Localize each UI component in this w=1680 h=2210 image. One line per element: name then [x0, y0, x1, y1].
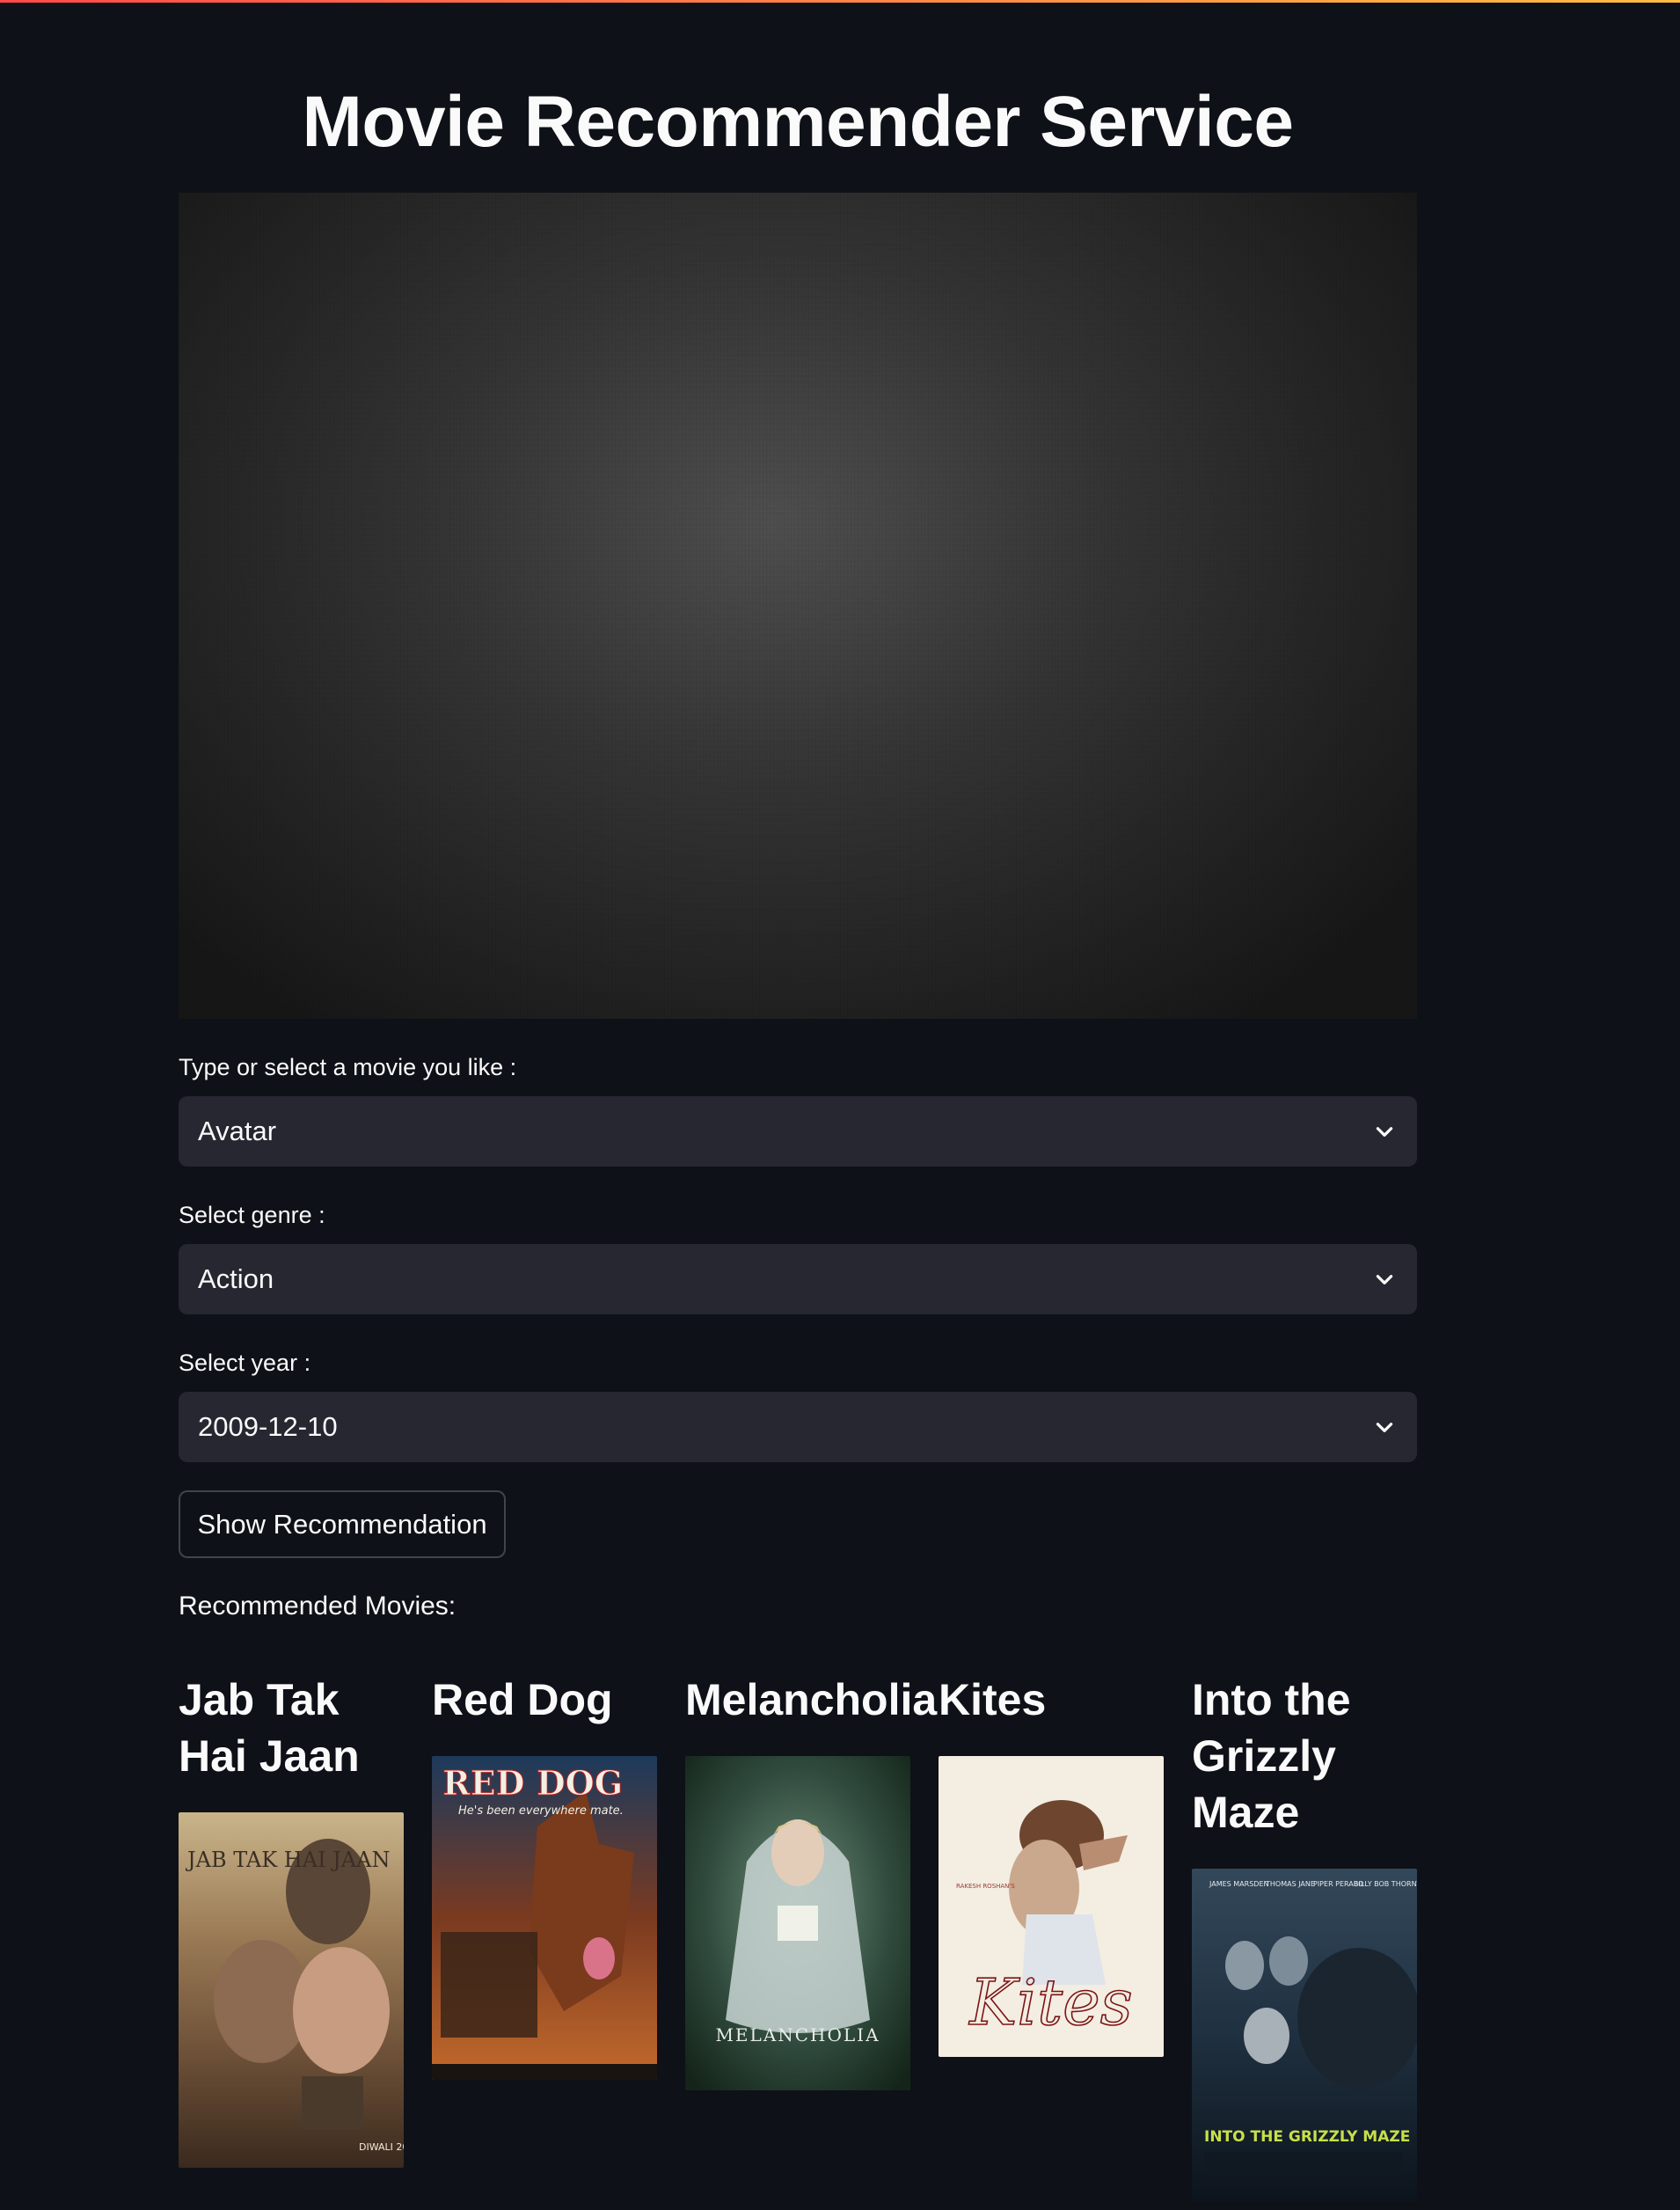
movie-poster: RAKESH ROSHAN'S Kites	[939, 1756, 1164, 2057]
hero-image	[179, 193, 1417, 1019]
genre-select-label: Select genre :	[179, 1202, 325, 1228]
poster-date-text: DIWALI 2012	[359, 2141, 404, 2153]
poster-title-text: MELANCHOLIA	[715, 2024, 880, 2045]
movie-poster: MELANCHOLIA	[685, 1756, 910, 2090]
page-title: Movie Recommender Service	[302, 82, 1294, 162]
movie-title: Red Dog	[432, 1675, 613, 1724]
year-select-label: Select year :	[179, 1350, 311, 1376]
poster-credit-text: BILLY BOB THORNTON	[1354, 1880, 1417, 1888]
poster-title-text: JAB TAK HAI JAAN	[185, 1848, 390, 1872]
movie-card: Kites RAKESH ROSHAN'S Kites	[939, 1672, 1164, 2057]
poster-title-text: Kites	[968, 1965, 1132, 2039]
poster-tagline-text: He's been everywhere mate.	[458, 1804, 624, 1818]
poster-credit-text: JAMES MARSDEN	[1209, 1880, 1268, 1888]
svg-text:RAKESH ROSHAN'S: RAKESH ROSHAN'S	[956, 1883, 1015, 1890]
chevron-down-icon	[1371, 1266, 1398, 1292]
movie-select-value: Avatar	[198, 1116, 277, 1146]
movie-select-label: Type or select a movie you like :	[179, 1054, 517, 1080]
poster-title-text: RED DOG	[442, 1763, 623, 1803]
movie-card: Melancholia MELANCHOLIA	[685, 1672, 938, 2090]
chevron-down-icon	[1371, 1118, 1398, 1145]
top-decoration-bar	[0, 0, 1680, 3]
movie-title: Melancholia	[685, 1675, 938, 1724]
genre-select[interactable]: Action	[179, 1244, 1417, 1314]
movie-title: Kites	[939, 1675, 1047, 1724]
year-select-value: 2009-12-10	[198, 1411, 338, 1442]
poster-title-text: INTO THE GRIZZLY MAZE	[1204, 2128, 1410, 2146]
movie-select[interactable]: Avatar	[179, 1096, 1417, 1167]
chevron-down-icon	[1371, 1414, 1398, 1440]
year-select[interactable]: 2009-12-10	[179, 1392, 1417, 1462]
movie-card: Into the Grizzly Maze JAMES MARSDEN THOM…	[1192, 1672, 1417, 2201]
movie-title: Into the Grizzly Maze	[1192, 1675, 1351, 1837]
show-recommendation-button[interactable]: Show Recommendation	[179, 1490, 506, 1558]
movie-card: Red Dog RED DOG He's been everywhere mat…	[432, 1672, 657, 2080]
movie-poster: JAB TAK HAI JAAN DIWALI 2012	[179, 1812, 404, 2168]
poster-credit-text: THOMAS JANE	[1265, 1880, 1315, 1888]
recommended-movies-label: Recommended Movies:	[179, 1592, 457, 1621]
movie-title: Jab Tak Hai Jaan	[179, 1675, 360, 1781]
movie-poster: RED DOG He's been everywhere mate.	[432, 1756, 657, 2080]
movie-poster: JAMES MARSDEN THOMAS JANE PIPER PERABO B…	[1192, 1869, 1417, 2201]
movie-card: Jab Tak Hai Jaan JAB TAK HAI JAAN DIWALI…	[179, 1672, 404, 2168]
genre-select-value: Action	[198, 1263, 274, 1294]
